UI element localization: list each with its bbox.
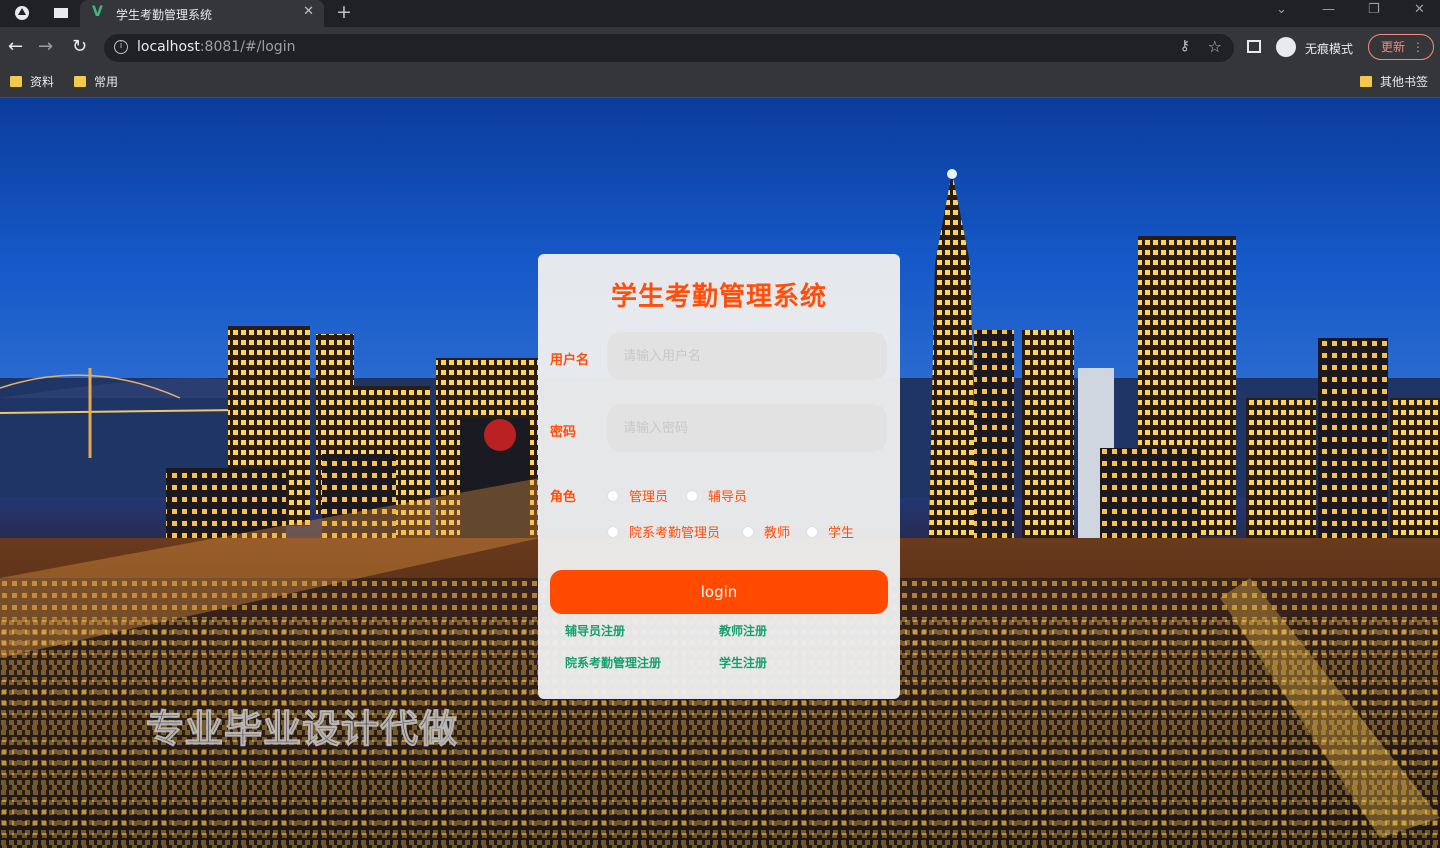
mouse-cursor-highlight (484, 419, 516, 451)
restore-icon[interactable]: ❐ (1368, 2, 1380, 17)
bookmarks-bar: 资料 常用 其他书签 (0, 67, 1440, 98)
more-menu-icon[interactable]: ⋮ (1412, 35, 1424, 59)
browser-toolbar: ← → ↻ i localhost:8081/#/login ⚷ ☆ 无痕模式 … (0, 27, 1440, 67)
browser-tab-strip: V 学生考勤管理系统 ✕ + ⌄ — ❐ ✕ (0, 0, 1440, 27)
role-radio-admin[interactable]: 管理员 (607, 486, 668, 505)
browser-menu-icon[interactable] (14, 5, 30, 21)
counselor-register-link[interactable]: 辅导员注册 (565, 622, 625, 639)
bookmark-folder[interactable]: 常用 (74, 73, 118, 90)
radio-circle-icon[interactable] (806, 526, 818, 538)
department-admin-register-link[interactable]: 院系考勤管理注册 (565, 654, 661, 671)
login-form: 学生考勤管理系统 用户名 密码 角色 管理员 辅导员 院系考勤管理员 教师 学生… (538, 254, 900, 699)
folder-icon (74, 76, 86, 87)
url-text[interactable]: localhost:8081/#/login (137, 39, 295, 55)
minimize-icon[interactable]: — (1322, 2, 1335, 17)
teacher-register-link[interactable]: 教师注册 (719, 622, 767, 639)
username-input[interactable] (607, 332, 887, 380)
password-input[interactable] (607, 404, 887, 452)
password-label: 密码 (550, 425, 577, 440)
other-bookmarks[interactable]: 其他书签 (1360, 73, 1428, 90)
role-radio-department-admin[interactable]: 院系考勤管理员 (607, 522, 720, 541)
update-button[interactable]: 更新 ⋮ (1368, 34, 1434, 60)
close-window-icon[interactable]: ✕ (1414, 2, 1425, 17)
student-register-link[interactable]: 学生注册 (719, 654, 767, 671)
radio-circle-icon[interactable] (742, 526, 754, 538)
bookmark-folder[interactable]: 资料 (10, 73, 54, 90)
login-page: 专业毕业设计代做 学生考勤管理系统 用户名 密码 角色 管理员 辅导员 院系考勤… (0, 98, 1440, 848)
forward-arrow-icon[interactable]: → (38, 36, 53, 57)
role-radio-counselor[interactable]: 辅导员 (686, 486, 747, 505)
radio-circle-icon[interactable] (607, 526, 619, 538)
folder-icon (10, 76, 22, 87)
radio-circle-icon[interactable] (607, 490, 619, 502)
side-panel-icon[interactable] (1247, 40, 1261, 53)
role-label: 角色 (550, 490, 577, 505)
username-label: 用户名 (550, 353, 590, 368)
radio-circle-icon[interactable] (686, 490, 698, 502)
role-radio-student[interactable]: 学生 (806, 522, 854, 541)
update-label: 更新 (1381, 40, 1406, 54)
address-bar[interactable]: i localhost:8081/#/login ⚷ ☆ (104, 34, 1234, 62)
login-title: 学生考勤管理系统 (610, 282, 827, 312)
new-tab-icon[interactable]: + (336, 1, 352, 23)
incognito-icon (1276, 37, 1296, 57)
chevron-down-icon[interactable]: ⌄ (1276, 2, 1287, 17)
login-button[interactable]: login (550, 570, 888, 614)
site-info-icon[interactable]: i (114, 40, 128, 54)
tab-search-icon[interactable] (53, 5, 69, 21)
reload-icon[interactable]: ↻ (72, 36, 87, 57)
watermark-text: 专业毕业设计代做 (145, 707, 459, 752)
close-tab-icon[interactable]: ✕ (303, 4, 314, 19)
back-arrow-icon[interactable]: ← (8, 36, 23, 57)
active-tab[interactable]: V 学生考勤管理系统 ✕ (80, 0, 324, 27)
role-radio-teacher[interactable]: 教师 (742, 522, 790, 541)
vue-logo-icon: V (92, 4, 103, 20)
password-key-icon[interactable]: ⚷ (1180, 38, 1190, 54)
tab-title: 学生考勤管理系统 (116, 8, 213, 22)
bookmark-star-icon[interactable]: ☆ (1208, 37, 1222, 56)
incognito-label: 无痕模式 (1305, 42, 1354, 56)
folder-icon (1360, 76, 1372, 87)
